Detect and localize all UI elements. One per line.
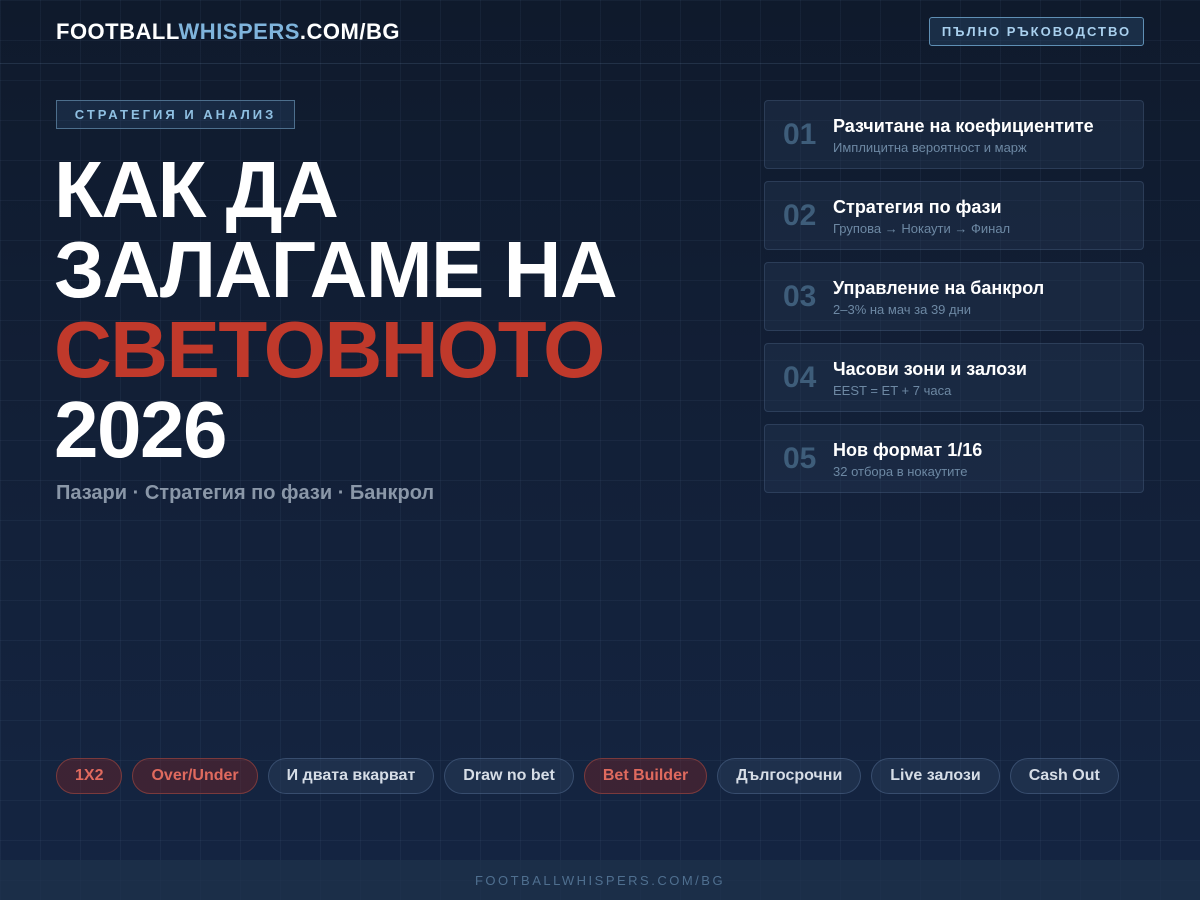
chip-bet-builder[interactable]: Bet Builder (583, 758, 708, 794)
full-guide-button[interactable]: ПЪЛНО РЪКОВОДСТВО (929, 17, 1144, 46)
site-footer: FOOTBALLWHISPERS.COM/BG (0, 860, 1200, 900)
step-number: 01 (783, 118, 817, 151)
chip-over-under[interactable]: Over/Under (132, 758, 258, 794)
headline-line-1: КАК ДА (54, 145, 339, 234)
step-description: Групова → Нокаути → Финал (833, 221, 1011, 236)
chip-1x2[interactable]: 1X2 (56, 758, 123, 794)
step-title: Нов формат 1/16 (833, 440, 983, 460)
chip-cash-out[interactable]: Cash Out (1009, 758, 1119, 794)
step-card-2[interactable]: 02 Стратегия по фази Групова → Нокаути →… (764, 181, 1144, 250)
headline-line-3: СВЕТОВНОТО (54, 305, 605, 394)
step-description: EEST = ET + 7 часа (833, 383, 952, 398)
market-chips: 1X2 Over/Under И двата вкарват Draw no b… (56, 758, 1119, 794)
step-card-4[interactable]: 04 Часови зони и залози EEST = ET + 7 ча… (764, 343, 1144, 412)
page-title: КАК ДА ЗАЛАГАМЕ НА СВЕТОВНОТО 2026 (54, 150, 744, 470)
site-logo[interactable]: FOOTBALLWHISPERS.COM/BG (56, 19, 400, 45)
page-subtitle: Пазари · Стратегия по фази · Банкрол (56, 482, 435, 504)
step-description: 32 отбора в нокаутите (833, 464, 968, 479)
step-title: Управление на банкрол (833, 278, 1045, 298)
headline-line-2: ЗАЛАГАМЕ НА (54, 225, 618, 314)
step-number: 03 (783, 280, 817, 313)
step-number: 04 (783, 361, 817, 394)
step-number: 02 (783, 199, 817, 232)
chip-draw-no-bet[interactable]: Draw no bet (444, 758, 574, 794)
category-tag: СТРАТЕГИЯ И АНАЛИЗ (56, 100, 295, 129)
site-header: FOOTBALLWHISPERS.COM/BG ПЪЛНО РЪКОВОДСТВ… (0, 0, 1200, 64)
step-card-3[interactable]: 03 Управление на банкрол 2–3% на мач за … (764, 262, 1144, 331)
step-title: Стратегия по фази (833, 197, 1002, 217)
chip-both-teams-score[interactable]: И двата вкарват (267, 758, 435, 794)
steps-list: 01 Разчитане на коефициентите Имплицитна… (764, 100, 1144, 505)
step-description: Имплицитна вероятност и марж (833, 140, 1027, 155)
logo-main: FOOTBALL (56, 19, 179, 44)
step-card-5[interactable]: 05 Нов формат 1/16 32 отбора в нокаутите (764, 424, 1144, 493)
logo-suffix: .COM/BG (299, 19, 400, 44)
chip-live-bets[interactable]: Live залози (871, 758, 1000, 794)
step-description: 2–3% на мач за 39 дни (833, 302, 972, 317)
step-title: Часови зони и залози (833, 359, 1027, 379)
step-title: Разчитане на коефициентите (833, 116, 1094, 136)
step-card-1[interactable]: 01 Разчитане на коефициентите Имплицитна… (764, 100, 1144, 169)
step-number: 05 (783, 442, 817, 475)
chip-long-term[interactable]: Дългосрочни (717, 758, 862, 794)
headline-line-4: 2026 (54, 385, 227, 474)
logo-accent: WHISPERS (178, 19, 300, 44)
